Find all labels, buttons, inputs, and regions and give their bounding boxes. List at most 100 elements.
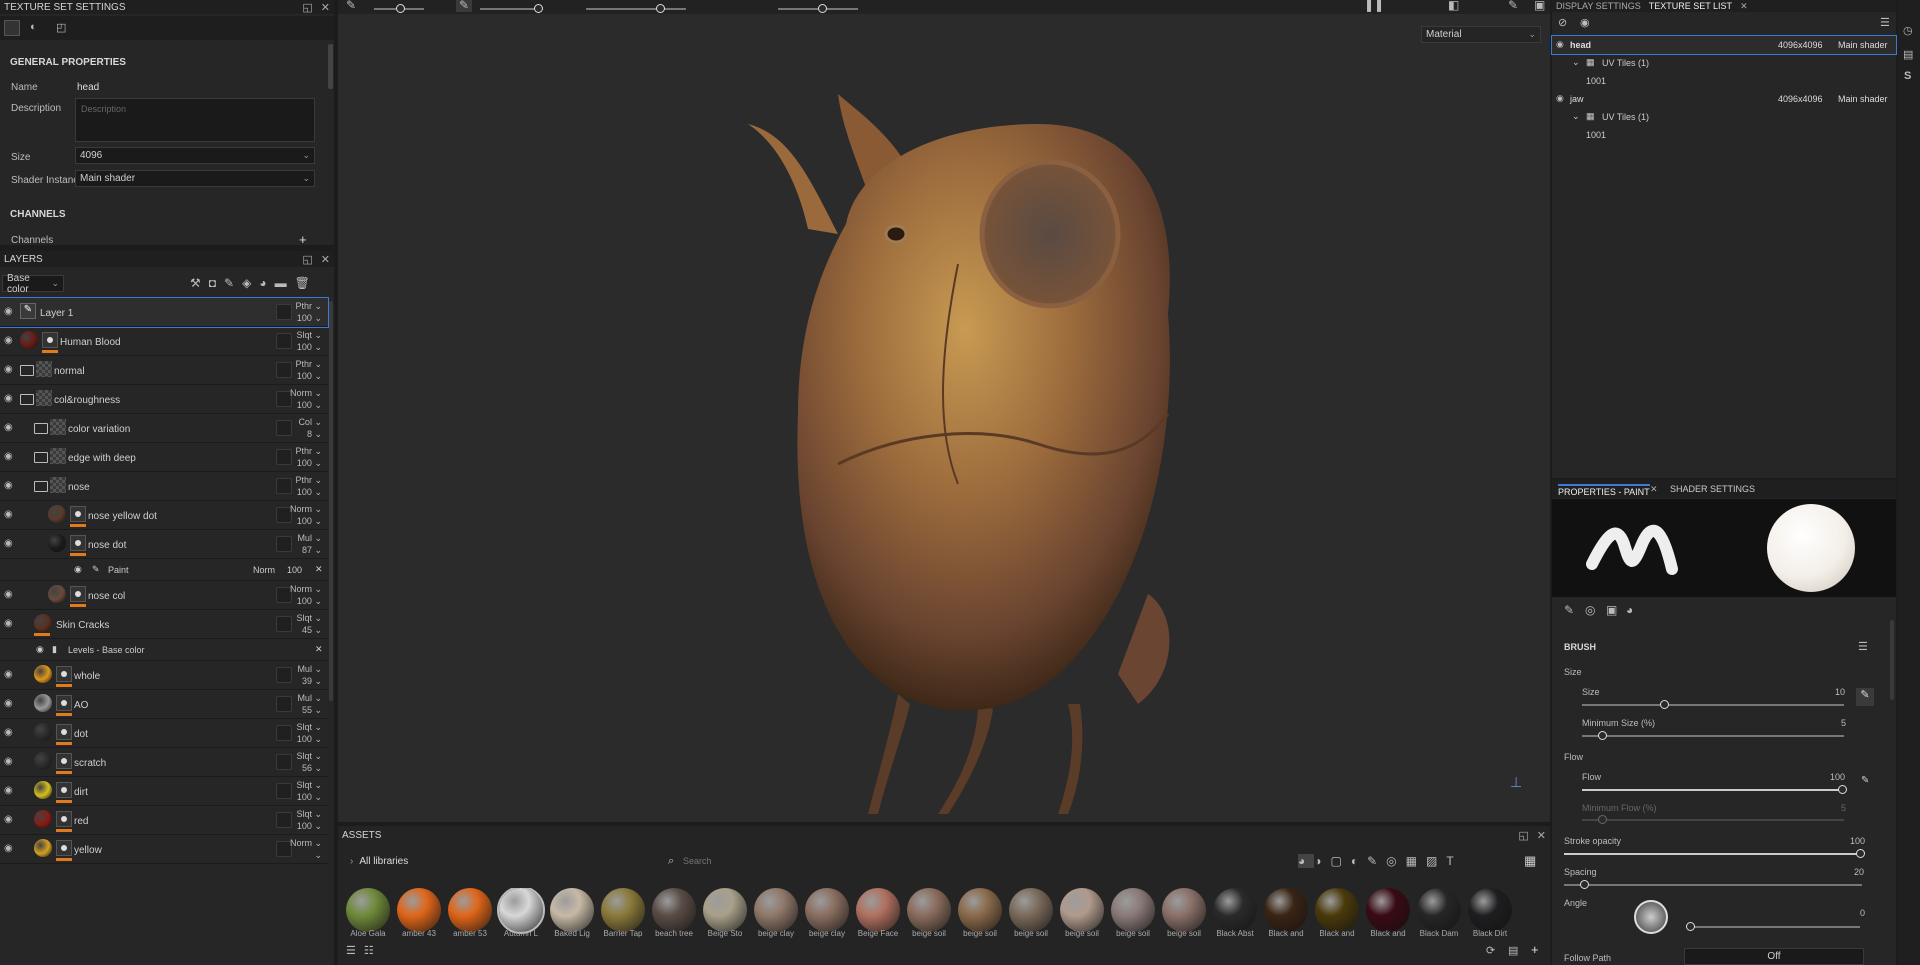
angle-dial[interactable] [1634,900,1668,934]
layer-row[interactable]: ◉ scratch Slqt ⌄ 56 ⌄ [0,748,328,777]
visibility-eye-icon[interactable]: ◉ [74,564,82,575]
add-smart-material-icon[interactable]: ◕ [259,276,274,290]
viewport[interactable]: Material ⌄ ⊥ [338,14,1550,822]
blend-mode-select[interactable]: Norm ⌄ ⌄ [290,837,322,861]
visibility-eye-icon[interactable]: ◉ [36,644,44,655]
screenshot-icon[interactable]: ▣ [1534,0,1545,12]
blend-mode-select[interactable]: Pthr ⌄ 100 ⌄ [295,358,322,382]
substance-icon[interactable]: S [1904,70,1911,82]
stroke-opacity-slider-knob[interactable] [1856,849,1865,858]
paint-icon[interactable]: ✎ [1508,0,1518,12]
blend-mode-select[interactable]: Norm ⌄ 100 ⌄ [290,387,322,411]
material-swatch[interactable]: Baked Lig [550,888,594,938]
effect-opacity[interactable]: 100 [287,565,302,575]
refresh-icon[interactable]: ⟳ [1486,944,1495,957]
tab-display-settings[interactable]: DISPLAY SETTINGS [1556,1,1641,11]
toolbar-slider-2[interactable] [480,4,543,13]
layer-row[interactable]: ◉ nose col Norm ⌄ 100 ⌄ [0,581,328,610]
visibility-eye-icon[interactable]: ◉ [4,538,16,550]
size-value[interactable]: 10 [1835,687,1845,697]
layer-select-checkbox[interactable] [276,304,292,320]
visibility-eye-icon[interactable]: ◉ [4,756,16,768]
angle-slider[interactable] [1686,922,1860,931]
blend-mode-select[interactable]: Slqt ⌄ 100 ⌄ [296,779,322,803]
chevron-down-icon[interactable]: ⌄ [1572,111,1580,122]
material-swatch[interactable]: Black and [1366,888,1410,938]
material-swatch[interactable]: Beige Face [856,888,900,938]
blend-mode-select[interactable]: Mul ⌄ 39 ⌄ [297,663,322,687]
layer-row[interactable]: ◉ dot Slqt ⌄ 100 ⌄ [0,719,328,748]
tab-shader-settings[interactable]: SHADER SETTINGS [1670,484,1755,494]
pause-icon[interactable]: ❚❚ [1364,0,1384,12]
add-asset-icon[interactable]: + [1531,942,1539,957]
stencil-tab-icon[interactable]: ▣ [1606,603,1617,617]
layer-row[interactable]: ◉ color variation Col ⌄ 8 ⌄ [0,414,328,443]
paint-mode-icon[interactable]: ✎ [456,0,473,12]
layer-select-checkbox[interactable] [276,783,292,799]
stroke-opacity-value[interactable]: 100 [1850,836,1865,846]
angle-slider-knob[interactable] [1686,922,1695,931]
uv-tiles-row[interactable]: ⌄ ▦ UV Tiles (1) [1552,54,1896,72]
layer-select-checkbox[interactable] [276,754,292,770]
toolbar-slider-3[interactable] [586,4,686,13]
material-swatch[interactable]: Black and [1264,888,1308,938]
material-swatch[interactable]: beach tree [652,888,696,938]
filters-filter-icon[interactable]: ◐ [1351,854,1367,868]
layer-row[interactable]: ◉ normal Pthr ⌄ 100 ⌄ [0,356,328,385]
layer-row[interactable]: ◉ nose yellow dot Norm ⌄ 100 ⌄ [0,501,328,530]
effect-row-levels[interactable]: ◉ ▮ Levels - Base color ✕ [0,639,328,661]
float-icon[interactable]: ◱ [302,1,312,14]
visibility-eye-icon[interactable]: ◉ [4,785,16,797]
delete-icon[interactable]: 🗑 [295,276,318,290]
tab-properties-paint[interactable]: PROPERTIES - PAINT [1558,484,1650,497]
shader-tab-icon[interactable]: ◐ [30,21,37,33]
effect-row-paint[interactable]: ◉ ✎ Paint Norm 100 ✕ [0,559,328,581]
layer-select-checkbox[interactable] [276,616,292,632]
material-swatch[interactable]: Black and [1315,888,1359,938]
flow-slider-knob[interactable] [1838,785,1847,794]
close-icon[interactable]: ✕ [1537,829,1546,842]
add-folder-icon[interactable]: ▬ [275,276,295,290]
settings-icon[interactable]: ☰ [1880,16,1890,29]
layer-row[interactable]: ◉ ✎ Layer 1 Pthr ⌄ 100 ⌄ [0,297,329,328]
material-swatch[interactable]: beige clay [754,888,798,938]
layer-row[interactable]: ◉ nose Pthr ⌄ 100 ⌄ [0,472,328,501]
follow-path-select[interactable]: Off [1684,948,1864,965]
visibility-eye-icon[interactable]: ◉ [4,843,16,855]
visibility-eye-icon[interactable]: ◉ [4,727,16,739]
toolbar-slider-1[interactable] [374,4,424,13]
settings-tab-icon[interactable] [4,20,20,36]
chevron-down-icon[interactable]: ⌄ [1572,57,1580,68]
material-swatch[interactable]: beige soil [958,888,1002,938]
layer-select-checkbox[interactable] [276,478,292,494]
layer-row[interactable]: ◉ dirt Slqt ⌄ 100 ⌄ [0,777,328,806]
layer-row[interactable]: ◉ AO Mul ⌄ 55 ⌄ [0,690,328,719]
size-slider-knob[interactable] [1660,700,1669,709]
close-icon[interactable]: ✕ [321,1,330,14]
material-swatch[interactable]: beige soil [1009,888,1053,938]
size-slider[interactable] [1582,700,1844,709]
blend-mode-select[interactable]: Col ⌄ 8 ⌄ [298,416,322,440]
layer-row[interactable]: ◉ red Slqt ⌄ 100 ⌄ [0,806,328,835]
visibility-eye-icon[interactable]: ◉ [4,589,16,601]
min-size-slider[interactable] [1582,731,1844,740]
material-swatch[interactable]: Black Dam [1417,888,1461,938]
blend-mode-select[interactable]: Norm ⌄ 100 ⌄ [290,583,322,607]
close-icon[interactable]: ✕ [1740,1,1748,12]
visibility-eye-icon[interactable]: ◉ [4,306,16,318]
min-size-value[interactable]: 5 [1841,718,1846,728]
stroke-opacity-slider[interactable] [1564,849,1865,858]
layer-row[interactable]: ◉ col&roughness Norm ⌄ 100 ⌄ [0,385,328,414]
visibility-eye-icon[interactable]: ◉ [1556,93,1564,104]
channel-select[interactable]: Base color ⌄ [2,273,64,295]
blend-mode-select[interactable]: Slqt ⌄ 100 ⌄ [296,808,322,832]
add-fill-layer-icon[interactable]: ◈ [242,276,259,290]
layer-select-checkbox[interactable] [276,667,292,683]
shader-instance-select[interactable]: Main shader ⌄ [75,170,315,187]
log-icon[interactable]: ▤ [1903,48,1913,61]
visibility-eye-icon[interactable]: ◉ [4,509,16,521]
blend-mode-select[interactable]: Mul ⌄ 87 ⌄ [297,532,322,556]
uv-tab-icon[interactable]: ◰ [56,21,66,34]
name-value[interactable]: head [77,82,99,93]
material-swatch[interactable]: Autumn L [497,888,545,938]
